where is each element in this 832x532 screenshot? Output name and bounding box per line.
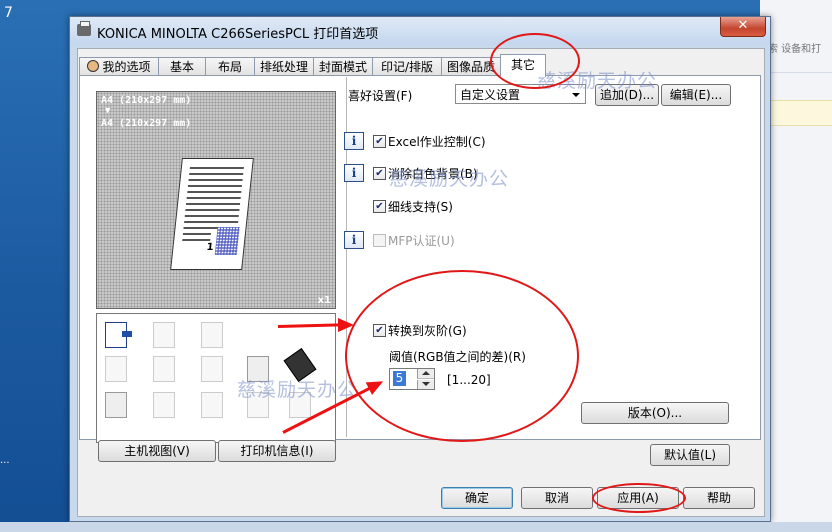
tab-cover-mode[interactable]: 封面模式 [313, 57, 373, 76]
print-view-icon[interactable] [105, 322, 132, 348]
close-button[interactable]: ✕ [720, 17, 766, 37]
annotation-arrow-head [338, 318, 354, 332]
help-button[interactable]: 帮助 [683, 487, 755, 509]
tab-label: 我的选项 [102, 60, 151, 74]
favorites-selected: 自定义设置 [460, 88, 521, 102]
account-icon [201, 392, 223, 418]
font-icon [201, 356, 223, 382]
annotation-circle-grayscale [345, 270, 579, 442]
title-bar[interactable]: KONICA MINOLTA C266SeriesPCL 打印首选项 ✕ [70, 17, 770, 45]
preview-original-size: A4 (210x297 mm) [101, 95, 192, 106]
info-icon[interactable]: i [344, 132, 364, 150]
remove-white-background-checkbox[interactable]: ✔ [373, 167, 386, 180]
desktop-glyph: 7 [4, 5, 13, 21]
printer-icon [77, 21, 91, 36]
print-preferences-dialog: KONICA MINOLTA C266SeriesPCL 打印首选项 ✕ 我的选… [69, 16, 771, 522]
tab-paper-handling[interactable]: 排纸处理 [254, 57, 314, 76]
excel-job-control-checkbox[interactable]: ✔ [373, 135, 386, 148]
mfp-auth-checkbox [373, 234, 386, 247]
preview-page-number: 1 [205, 242, 215, 253]
watermark-text: 慈溪励天办公 [237, 379, 358, 401]
window-title: KONICA MINOLTA C266SeriesPCL 打印首选项 [97, 27, 379, 42]
edit-favorite-button[interactable]: 编辑(E)... [661, 84, 731, 106]
info-icon[interactable]: i [344, 231, 364, 249]
tab-stamp-layout[interactable]: 印记/排版 [372, 57, 442, 76]
ok-button[interactable]: 确定 [441, 487, 513, 509]
tab-layout[interactable]: 布局 [205, 57, 255, 76]
preview-arrow: ▼ [105, 106, 111, 116]
tab-other[interactable]: 其它 [500, 54, 546, 77]
preview-output-size: A4 (210x297 mm) [101, 118, 192, 129]
copies-icon [201, 322, 223, 348]
preview-copies: x1 [317, 295, 331, 306]
mfp-auth-label: MFP认证(U) [388, 234, 455, 248]
watermark-text: 慈溪励天办公 [389, 168, 510, 190]
excel-job-control-label: Excel作业控制(C) [388, 135, 486, 149]
preview-page: 1 [170, 158, 254, 270]
defaults-button[interactable]: 默认值(L) [650, 444, 730, 466]
annotation-circle-apply [592, 483, 686, 513]
page-mark [214, 227, 240, 255]
booklet-icon [105, 392, 127, 418]
background-address-text: 索 设备和打 [768, 44, 822, 55]
finishing-icon [153, 322, 175, 348]
secure-print-icon [153, 392, 175, 418]
collate-icon [105, 356, 127, 382]
desktop-dots: ... [0, 455, 10, 466]
user-icon [87, 60, 100, 72]
machine-view-button[interactable]: 主机视图(V) [98, 440, 216, 462]
version-button[interactable]: 版本(O)... [581, 402, 729, 424]
favorites-label: 喜好设置(F) [348, 89, 413, 103]
tab-my-options[interactable]: 我的选项 [79, 57, 159, 76]
thin-line-support-label: 细线支持(S) [388, 200, 453, 214]
taskbar [0, 522, 832, 532]
thin-line-support-checkbox[interactable]: ✔ [373, 200, 386, 213]
info-icon[interactable]: i [344, 164, 364, 182]
tab-basic[interactable]: 基本 [158, 57, 206, 76]
chevron-down-icon [572, 93, 580, 97]
page-preview: A4 (210x297 mm) ▼ A4 (210x297 mm) 1 x1 [96, 91, 336, 309]
printer-info-button[interactable]: 打印机信息(I) [218, 440, 336, 462]
nup-icon [153, 356, 175, 382]
cancel-button[interactable]: 取消 [521, 487, 593, 509]
